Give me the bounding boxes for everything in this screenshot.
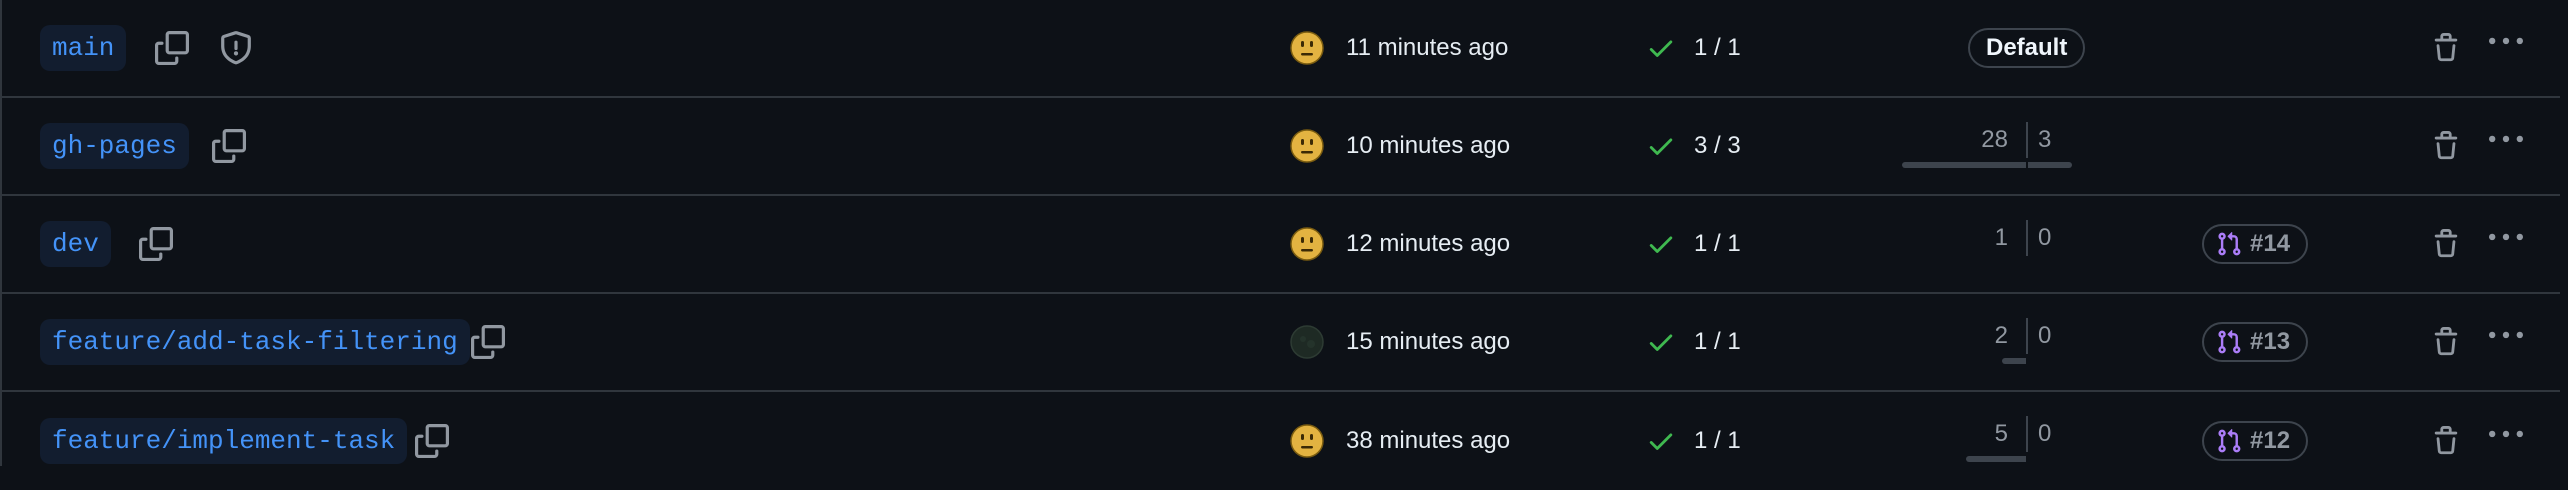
kebab-menu-icon[interactable] <box>2486 22 2526 62</box>
updated-time: 12 minutes ago <box>1346 230 1511 257</box>
ahead-bar <box>2028 162 2072 168</box>
behind-count: 2 <box>1994 322 2008 349</box>
ahead-behind-indicator: 1 0 <box>1882 196 2142 294</box>
behind-bar <box>2002 358 2026 364</box>
branch-row-dev: dev 12 minutes ago 1 / 1 1 0 #14 <box>2 196 2560 294</box>
behind-bar <box>1966 456 2026 462</box>
kebab-menu-icon[interactable] <box>2486 415 2526 455</box>
behind-count: 5 <box>1994 420 2008 447</box>
branch-row-feature-implement-task: feature/implement-task 38 minutes ago 1 … <box>2 392 2560 490</box>
pull-request-number: #14 <box>2250 230 2291 257</box>
copy-icon[interactable] <box>468 322 508 362</box>
emoji-avatar[interactable] <box>1290 31 1324 65</box>
checks-count[interactable]: 3 / 3 <box>1694 132 1741 160</box>
checks-count[interactable]: 1 / 1 <box>1694 328 1741 356</box>
copy-icon[interactable] <box>136 224 176 264</box>
copy-icon[interactable] <box>209 126 249 166</box>
trash-icon[interactable] <box>2426 224 2466 264</box>
emoji-avatar[interactable] <box>1290 424 1324 458</box>
check-icon[interactable] <box>1646 229 1676 259</box>
trash-icon[interactable] <box>2426 28 2466 68</box>
pull-request-number: #13 <box>2250 328 2291 355</box>
ahead-count: 0 <box>2038 322 2052 349</box>
pull-request-icon <box>2218 231 2241 256</box>
branch-name-link[interactable]: gh-pages <box>40 123 189 169</box>
check-icon[interactable] <box>1646 327 1676 357</box>
updated-time: 38 minutes ago <box>1346 427 1511 454</box>
ahead-count: 3 <box>2038 126 2052 153</box>
behind-count: 1 <box>1994 224 2008 251</box>
branch-name-link[interactable]: dev <box>40 221 111 267</box>
ahead-behind-divider <box>2026 416 2028 452</box>
updated-time: 11 minutes ago <box>1346 34 1509 61</box>
default-badge: Default <box>1968 28 2086 68</box>
kebab-menu-icon[interactable] <box>2486 316 2526 356</box>
branch-row-main: main 11 minutes ago 1 / 1 Default <box>2 0 2560 98</box>
trash-icon[interactable] <box>2426 126 2466 166</box>
shield-icon[interactable] <box>216 28 256 68</box>
ahead-behind-divider <box>2026 318 2028 354</box>
checks-count[interactable]: 1 / 1 <box>1694 34 1741 62</box>
checks-count[interactable]: 1 / 1 <box>1694 427 1741 455</box>
dark-avatar[interactable] <box>1290 325 1324 359</box>
emoji-avatar[interactable] <box>1290 227 1324 261</box>
kebab-menu-icon[interactable] <box>2486 120 2526 160</box>
ahead-behind-indicator: 2 0 <box>1882 294 2142 392</box>
check-icon[interactable] <box>1646 426 1676 456</box>
pull-request-icon <box>2218 329 2241 354</box>
trash-icon[interactable] <box>2426 322 2466 362</box>
branch-row-feature-add-task-filtering: feature/add-task-filtering 15 minutes ag… <box>2 294 2560 392</box>
trash-icon[interactable] <box>2426 421 2466 461</box>
branch-name-link[interactable]: main <box>40 25 127 71</box>
checks-count[interactable]: 1 / 1 <box>1694 230 1741 258</box>
pull-request-link[interactable]: #14 <box>2202 224 2309 264</box>
pull-request-number: #12 <box>2250 427 2291 454</box>
pull-request-link[interactable]: #13 <box>2202 322 2309 362</box>
ahead-count: 0 <box>2038 224 2052 251</box>
branches-table: main 11 minutes ago 1 / 1 Default gh-pag… <box>0 0 2560 466</box>
copy-icon[interactable] <box>152 28 192 68</box>
branch-name-link[interactable]: feature/add-task-filtering <box>40 319 470 365</box>
behind-count: 28 <box>1981 126 2008 153</box>
ahead-count: 0 <box>2038 420 2052 447</box>
ahead-behind-divider <box>2026 122 2028 158</box>
ahead-behind-indicator: 5 0 <box>1882 392 2142 490</box>
behind-bar <box>1902 162 2026 168</box>
copy-icon[interactable] <box>412 421 452 461</box>
kebab-menu-icon[interactable] <box>2486 218 2526 258</box>
branch-name-link[interactable]: feature/implement-task <box>40 418 408 464</box>
updated-time: 15 minutes ago <box>1346 328 1511 355</box>
ahead-behind-divider <box>2026 220 2028 256</box>
pull-request-link[interactable]: #12 <box>2202 421 2309 461</box>
ahead-behind-indicator: 28 3 <box>1882 98 2142 196</box>
check-icon[interactable] <box>1646 131 1676 161</box>
branch-row-gh-pages: gh-pages 10 minutes ago 3 / 3 28 3 <box>2 98 2560 196</box>
updated-time: 10 minutes ago <box>1346 132 1511 159</box>
emoji-avatar[interactable] <box>1290 129 1324 163</box>
pull-request-icon <box>2218 428 2241 453</box>
check-icon[interactable] <box>1646 33 1676 63</box>
